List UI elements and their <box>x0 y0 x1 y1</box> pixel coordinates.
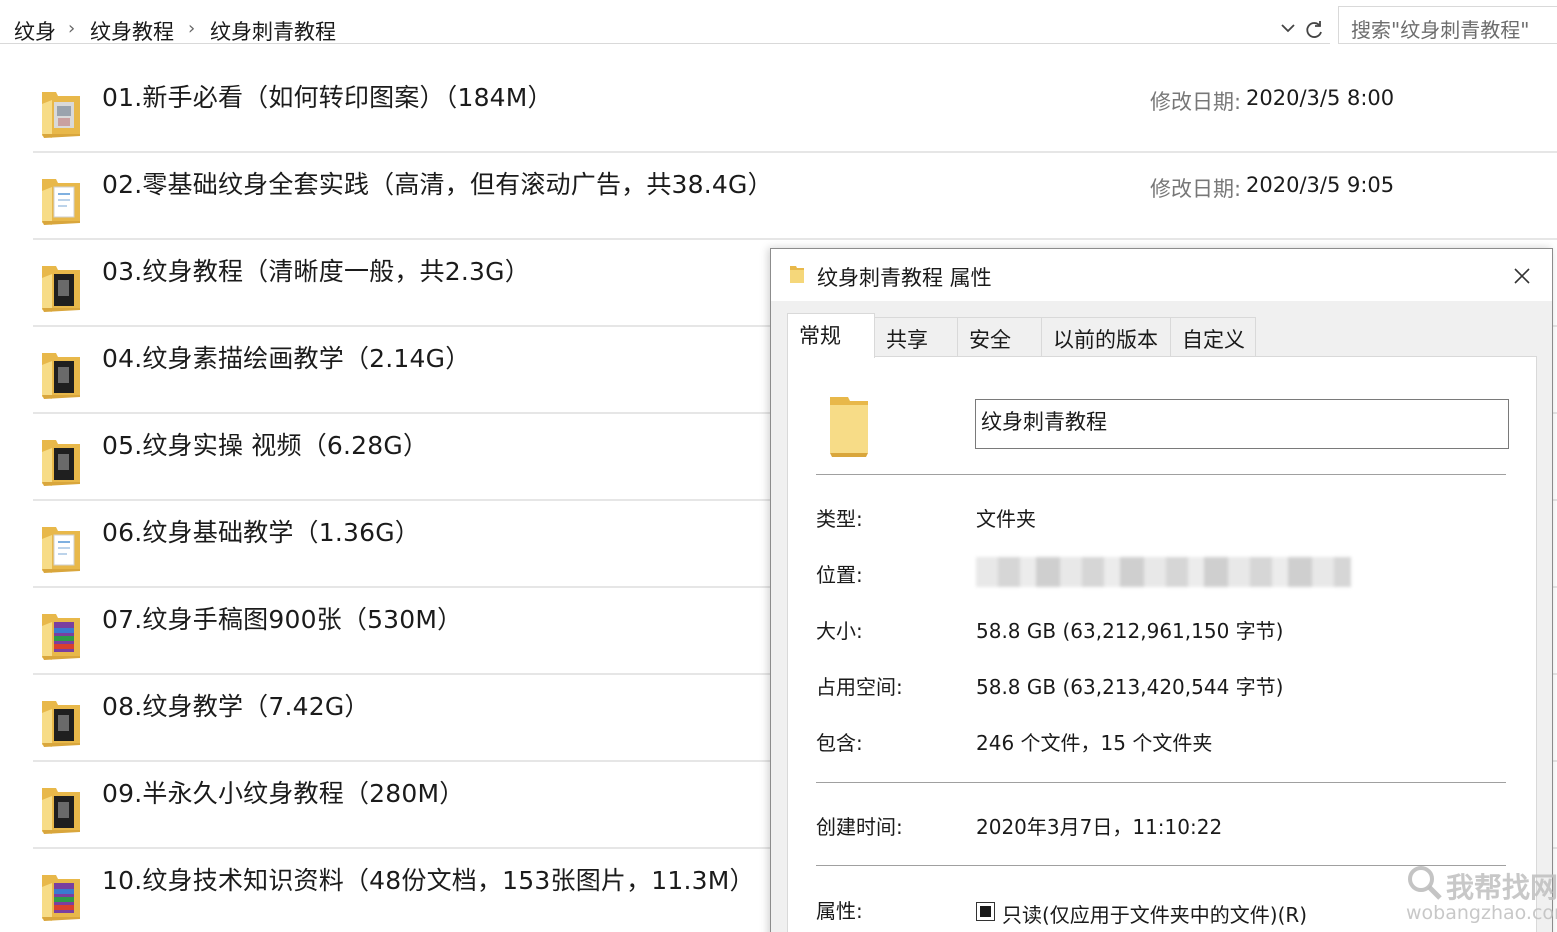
size-label: 大小: <box>816 619 863 643</box>
dialog-title: 纹身刺青教程 属性 <box>817 266 992 290</box>
attributes-label: 属性: <box>816 899 863 923</box>
folder-name[interactable]: 09.半永久小纹身教程（280M） <box>102 774 464 810</box>
readonly-checkbox[interactable] <box>976 902 995 921</box>
folder-name[interactable]: 08.纹身教学（7.42G） <box>102 687 370 723</box>
watermark-url: wobangzhao.com <box>1406 902 1557 924</box>
folder-icon <box>42 875 80 921</box>
folder-name[interactable]: 03.纹身教程（清晰度一般，共2.3G） <box>102 252 530 288</box>
folder-icon <box>42 527 80 573</box>
disk-size-label: 占用空间: <box>816 675 903 699</box>
tab-general[interactable]: 常规 <box>787 313 875 358</box>
folder-name[interactable]: 01.新手必看（如何转印图案）（184M） <box>102 78 553 114</box>
folder-name[interactable]: 04.纹身素描绘画教学（2.14G） <box>102 339 470 375</box>
folder-name[interactable]: 06.纹身基础教学（1.36G） <box>102 513 420 549</box>
folder-name[interactable]: 02.零基础纹身全套实践（高清，但有滚动广告，共38.4G） <box>102 165 773 201</box>
chevron-down-icon[interactable] <box>1278 18 1298 38</box>
folder-name[interactable]: 05.纹身实操 视频（6.28G） <box>102 426 428 462</box>
folder-icon <box>42 701 80 747</box>
folder-icon <box>42 788 80 834</box>
dialog-titlebar[interactable]: 纹身刺青教程 属性 <box>771 249 1552 301</box>
type-label: 类型: <box>816 507 863 531</box>
search-placeholder: 搜索"纹身刺青教程" <box>1351 18 1530 42</box>
folder-icon <box>42 440 80 486</box>
general-panel: 纹身刺青教程 类型: 文件夹 位置: 大小: 58.8 GB (63,212,9… <box>787 356 1537 932</box>
address-bar: 纹身 › 纹身教程 › 纹身刺青教程 搜索"纹身刺青教程" <box>0 0 1557 48</box>
watermark: 我帮找网 wobangzhao.com <box>1400 862 1557 932</box>
divider <box>816 782 1506 783</box>
created-value: 2020年3月7日，11:10:22 <box>976 815 1223 839</box>
watermark-text: 我帮找网 <box>1446 871 1557 904</box>
tab-sharing[interactable]: 共享 <box>874 317 958 357</box>
contains-value: 246 个文件，15 个文件夹 <box>976 731 1213 755</box>
modified-date-label: 修改日期: <box>1150 177 1242 201</box>
modified-date-label: 修改日期: <box>1150 90 1242 114</box>
disk-size-value: 58.8 GB (63,213,420,544 字节) <box>976 675 1284 699</box>
divider <box>816 474 1506 475</box>
tab-previous-versions[interactable]: 以前的版本 <box>1041 317 1171 357</box>
refresh-icon[interactable] <box>1302 18 1326 42</box>
breadcrumb-chevron-icon: › <box>68 18 76 39</box>
tab-customize[interactable]: 自定义 <box>1170 317 1256 357</box>
folder-icon <box>790 266 804 283</box>
folder-icon <box>830 397 868 457</box>
folder-name-field[interactable]: 纹身刺青教程 <box>975 399 1509 449</box>
location-label: 位置: <box>816 563 863 587</box>
close-icon[interactable] <box>1507 261 1537 291</box>
folder-icon <box>42 614 80 660</box>
contains-label: 包含: <box>816 731 863 755</box>
tab-security[interactable]: 安全 <box>957 317 1042 357</box>
breadcrumb-item-3[interactable]: 纹身刺青教程 <box>210 16 336 46</box>
folder-icon <box>42 353 80 399</box>
properties-dialog: 纹身刺青教程 属性 常规 共享 安全 以前的版本 自定义 纹身刺青教程 类型: … <box>770 248 1553 932</box>
search-input[interactable]: 搜索"纹身刺青教程" <box>1338 6 1557 44</box>
folder-icon <box>42 92 80 138</box>
folder-row[interactable]: 01.新手必看（如何转印图案）（184M） 修改日期: 2020/3/5 8:00 <box>0 66 1557 153</box>
folder-icon <box>42 266 80 312</box>
breadcrumb-item-2[interactable]: 纹身教程 <box>90 16 174 46</box>
location-value-redacted <box>976 557 1351 587</box>
modified-date-value: 2020/3/5 9:05 <box>1246 173 1395 197</box>
modified-date-value: 2020/3/5 8:00 <box>1246 86 1395 110</box>
folder-row[interactable]: 02.零基础纹身全套实践（高清，但有滚动广告，共38.4G） 修改日期: 2020/… <box>0 153 1557 240</box>
breadcrumb-chevron-icon: › <box>188 18 196 39</box>
magnifier-icon <box>1408 866 1442 900</box>
readonly-label[interactable]: 只读(仅应用于文件夹中的文件)(R) <box>1002 899 1307 928</box>
address-box[interactable]: 纹身 › 纹身教程 › 纹身刺青教程 <box>0 6 1330 44</box>
size-value: 58.8 GB (63,212,961,150 字节) <box>976 619 1284 643</box>
folder-name[interactable]: 07.纹身手稿图900张（530M） <box>102 600 462 636</box>
created-label: 创建时间: <box>816 815 903 839</box>
folder-icon <box>42 179 80 225</box>
type-value: 文件夹 <box>976 507 1036 531</box>
folder-name[interactable]: 10.纹身技术知识资料（48份文档，153张图片，11.3M） <box>102 861 755 897</box>
breadcrumb-item-1[interactable]: 纹身 <box>14 16 56 46</box>
